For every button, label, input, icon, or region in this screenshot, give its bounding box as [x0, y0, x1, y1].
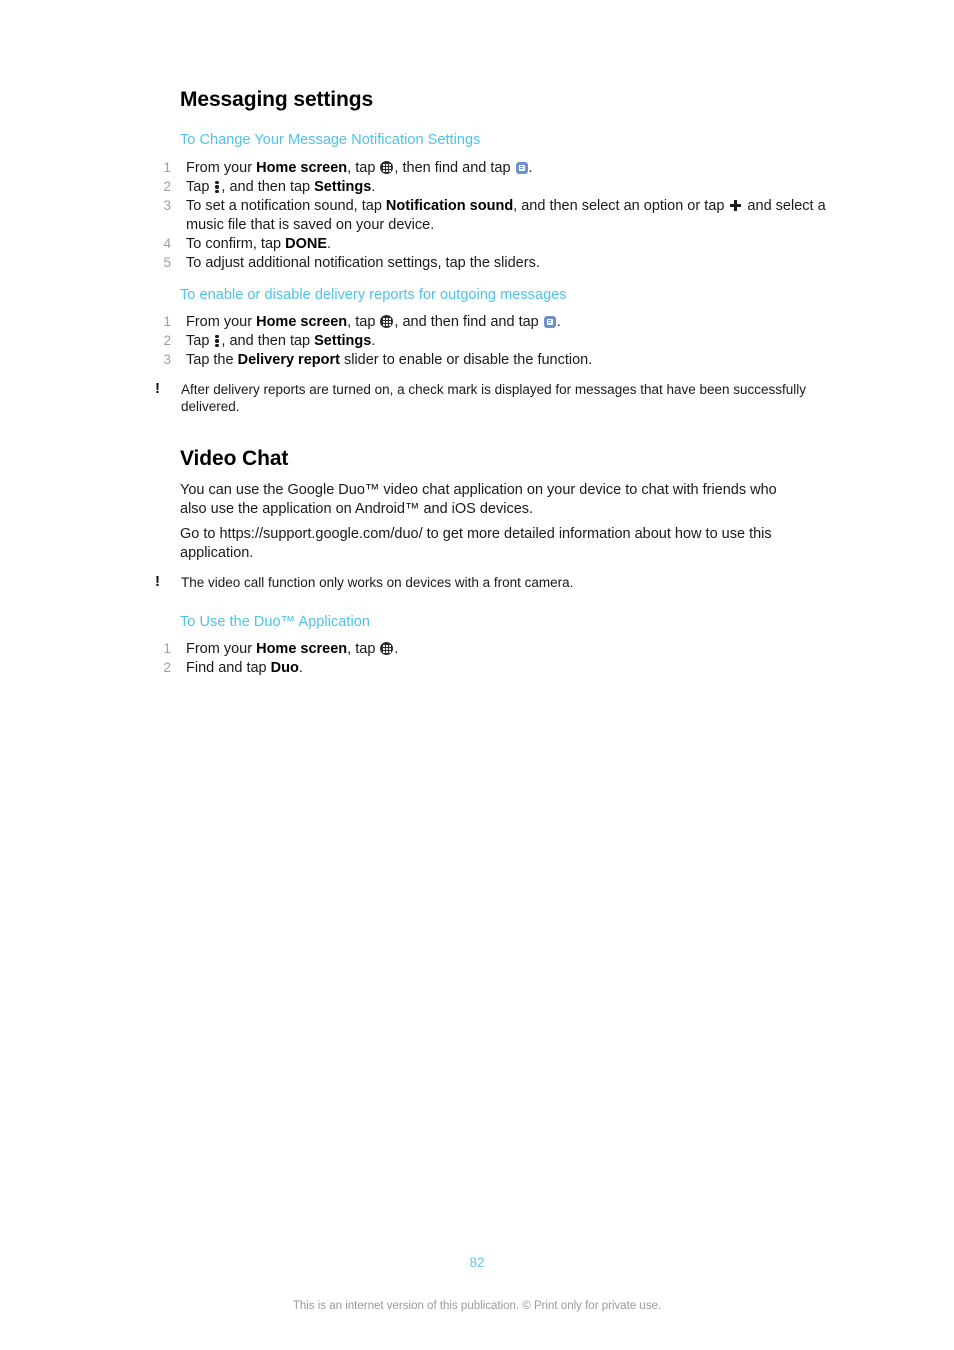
- step-text: From your Home screen, tap , then find a…: [186, 160, 533, 176]
- page-number: 82: [469, 1255, 485, 1270]
- emphasis-home-screen: Home screen: [256, 160, 348, 176]
- emphasis-duo: Duo: [270, 660, 299, 676]
- list-item: 5 To adjust additional notification sett…: [157, 254, 857, 273]
- list-item: 2 Find and tap Duo.: [157, 659, 857, 678]
- exclamation-icon: !: [155, 380, 160, 397]
- section-heading-video-chat: Video Chat: [180, 447, 289, 470]
- step-text: Tap the Delivery report slider to enable…: [186, 352, 593, 368]
- list-item: 1 From your Home screen, tap , and then …: [157, 313, 857, 332]
- step-number: 4: [163, 235, 171, 251]
- messaging-app-icon: [515, 162, 528, 174]
- list-item: 3 To set a notification sound, tap Notif…: [157, 197, 857, 234]
- footer-copyright-note: This is an internet version of this publ…: [292, 1300, 662, 1312]
- step-text: From your Home screen, tap .: [186, 641, 399, 657]
- note-video-chat: ! The video call function only works on …: [152, 573, 829, 591]
- task-heading-delivery-reports: To enable or disable delivery reports fo…: [180, 287, 567, 303]
- messaging-app-icon: [543, 316, 556, 328]
- section-heading-messaging-settings: Messaging settings: [180, 88, 374, 111]
- plus-icon: [730, 200, 742, 211]
- emphasis-delivery-report: Delivery report: [237, 352, 340, 368]
- emphasis-home-screen: Home screen: [256, 641, 348, 657]
- step-number: 1: [163, 641, 171, 656]
- list-item: 2 Tap , and then tap Settings.: [157, 332, 857, 351]
- step-text: Find and tap Duo.: [186, 660, 303, 676]
- list-item: 4 To confirm, tap DONE.: [157, 235, 857, 254]
- overflow-menu-icon: [215, 334, 219, 347]
- steps-delivery-reports: 1 From your Home screen, tap , and then …: [157, 313, 857, 370]
- note-text: The video call function only works on de…: [181, 575, 574, 590]
- step-number: 2: [163, 333, 171, 348]
- step-text: To adjust additional notification settin…: [186, 254, 540, 271]
- task-heading-change-message-notification-settings: To Change Your Message Notification Sett…: [180, 132, 481, 148]
- steps-use-duo-application: 1 From your Home screen, tap . 2 Find an…: [157, 640, 857, 678]
- step-text: To confirm, tap DONE.: [186, 235, 332, 252]
- emphasis-notification-sound: Notification sound: [385, 198, 514, 214]
- app-drawer-icon: [380, 642, 394, 655]
- emphasis-home-screen: Home screen: [256, 314, 348, 330]
- step-text: To set a notification sound, tap Notific…: [186, 198, 826, 233]
- overflow-menu-icon: [215, 180, 219, 193]
- note-text: After delivery reports are turned on, a …: [181, 382, 807, 414]
- app-drawer-icon: [380, 161, 394, 174]
- task-heading-use-duo-application: To Use the Duo™ Application: [180, 614, 370, 630]
- step-number: 2: [163, 660, 171, 675]
- step-number: 1: [163, 314, 171, 329]
- step-number: 2: [163, 179, 171, 194]
- steps-change-message-notification-settings: 1 From your Home screen, tap , then find…: [157, 159, 857, 273]
- step-text: From your Home screen, tap , and then fi…: [186, 314, 561, 330]
- step-text: Tap , and then tap Settings.: [186, 333, 376, 349]
- document-page: Messaging settings To Change Your Messag…: [0, 0, 954, 1350]
- paragraph-duo-description: You can use the Google Duo™ video chat a…: [180, 482, 777, 517]
- emphasis-settings: Settings: [314, 333, 372, 349]
- list-item: 1 From your Home screen, tap , then find…: [157, 159, 857, 178]
- list-item: 3 Tap the Delivery report slider to enab…: [157, 351, 857, 370]
- step-text: Tap , and then tap Settings.: [186, 179, 376, 195]
- exclamation-icon: !: [155, 573, 160, 590]
- step-number: 3: [163, 198, 171, 213]
- list-item: 1 From your Home screen, tap .: [157, 640, 857, 659]
- step-number: 3: [163, 352, 171, 367]
- step-number: 5: [163, 254, 171, 270]
- paragraph-duo-support-link: Go to https://support.google.com/duo/ to…: [180, 526, 772, 561]
- list-item: 2 Tap , and then tap Settings.: [157, 178, 857, 197]
- step-number: 1: [163, 160, 171, 175]
- app-drawer-icon: [380, 315, 394, 328]
- note-delivery-reports: ! After delivery reports are turned on, …: [152, 380, 829, 415]
- emphasis-settings: Settings: [314, 179, 372, 195]
- emphasis-done: DONE: [285, 235, 328, 252]
